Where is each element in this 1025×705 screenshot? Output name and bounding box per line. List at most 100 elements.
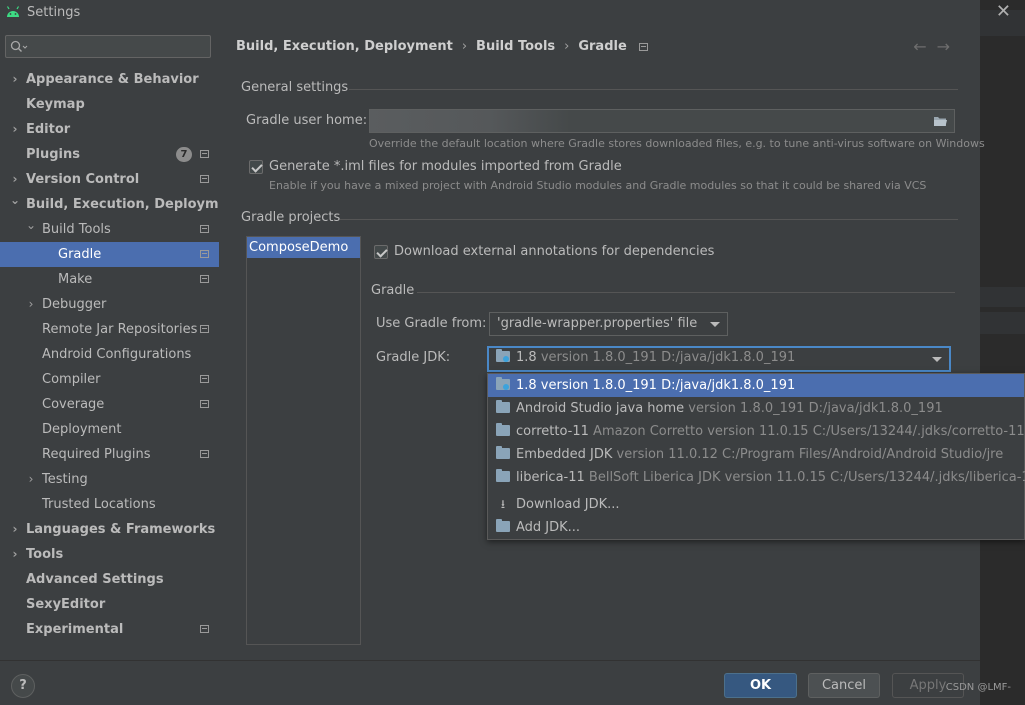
sidebar-item-compiler[interactable]: Compiler xyxy=(0,367,219,392)
generate-iml-label: Generate *.iml files for modules importe… xyxy=(269,159,622,174)
sidebar-item-label: Version Control xyxy=(26,172,140,187)
sidebar-item-label: Languages & Frameworks xyxy=(26,522,216,537)
sidebar-item-label: Build Tools xyxy=(42,222,111,237)
jdk-option-name: liberica-11 xyxy=(516,470,585,485)
gradle-jdk-select[interactable]: 1.8 version 1.8.0_191 D:/java/jdk1.8.0_1… xyxy=(487,346,951,372)
project-scope-icon xyxy=(200,375,209,383)
gradle-projects-title: Gradle projects xyxy=(241,210,341,225)
sidebar-item-label: Editor xyxy=(26,122,71,137)
sidebar-item-gradle[interactable]: Gradle xyxy=(0,242,219,267)
back-arrow-icon[interactable]: ← xyxy=(913,37,936,56)
sidebar-item-label: SexyEditor xyxy=(26,597,106,612)
sidebar-item-testing[interactable]: › Testing xyxy=(0,467,219,492)
watermark: CSDN @LMF- xyxy=(945,682,1011,693)
download-jdk-option[interactable]: ⭳ Download JDK... xyxy=(488,493,1024,516)
search-icon xyxy=(10,40,28,52)
settings-tree: › Appearance & Behavior Keymap › Editor Plugi… xyxy=(0,67,243,642)
project-scope-icon xyxy=(200,625,209,633)
sidebar-item-label: Required Plugins xyxy=(42,447,151,462)
folder-icon xyxy=(496,400,510,413)
sidebar-item-debugger[interactable]: › Debugger xyxy=(0,292,219,317)
background-band xyxy=(980,287,1025,307)
forward-arrow-icon[interactable]: → xyxy=(937,37,960,56)
project-scope-icon xyxy=(200,275,209,283)
chevron-right-icon[interactable]: › xyxy=(25,292,37,317)
sidebar-item-required-plugins[interactable]: Required Plugins xyxy=(0,442,219,467)
search-input[interactable] xyxy=(5,35,211,58)
jdk-option-name: 1.8 version 1.8.0_191 D:/java/jdk1.8.0_1… xyxy=(516,378,796,393)
jdk-dropdown-popup: 1.8 version 1.8.0_191 D:/java/jdk1.8.0_1… xyxy=(487,373,1025,540)
sidebar-item-make[interactable]: Make xyxy=(0,267,219,292)
sidebar-item-label: Android Configurations xyxy=(42,347,192,362)
sidebar-item-keymap[interactable]: Keymap xyxy=(0,92,219,117)
jdk-option-detail: version 1.8.0_191 D:/java/jdk1.8.0_191 xyxy=(688,401,943,416)
sidebar-item-experimental[interactable]: Experimental xyxy=(0,617,219,642)
gradle-user-home-field[interactable] xyxy=(369,109,955,133)
sidebar-item-remote-jar-repositories[interactable]: Remote Jar Repositories xyxy=(0,317,219,342)
jdk-option[interactable]: Android Studio java home version 1.8.0_1… xyxy=(488,397,1024,420)
jdk-option[interactable]: corretto-11 Amazon Corretto version 11.0… xyxy=(488,420,1025,443)
folder-icon xyxy=(496,519,510,532)
close-icon[interactable]: ✕ xyxy=(996,1,1011,22)
breadcrumb-separator: › xyxy=(461,39,468,54)
jdk-folder-icon xyxy=(496,349,510,362)
breadcrumb-item[interactable]: Build, Execution, Deployment xyxy=(236,39,453,54)
sidebar-item-label: Keymap xyxy=(26,97,85,112)
add-jdk-label: Add JDK... xyxy=(516,520,581,535)
chevron-down-icon xyxy=(710,322,720,327)
background-band xyxy=(980,312,1025,334)
download-icon: ⭳ xyxy=(500,497,506,511)
chevron-down-icon[interactable]: ⌄ xyxy=(9,188,21,213)
sidebar-item-languages-frameworks[interactable]: › Languages & Frameworks xyxy=(0,517,219,542)
generate-iml-hint: Enable if you have a mixed project with … xyxy=(269,179,927,192)
section-divider xyxy=(417,292,955,293)
generate-iml-checkbox[interactable] xyxy=(249,160,263,174)
jdk-option[interactable]: Embedded JDK version 11.0.12 C:/Program … xyxy=(488,443,1024,466)
update-count-badge: 7 xyxy=(176,147,192,162)
chevron-down-icon[interactable]: ⌄ xyxy=(25,213,37,238)
ok-button[interactable]: OK xyxy=(724,673,797,698)
jdk-detail: version 1.8.0_191 D:/java/jdk1.8.0_191 xyxy=(540,350,796,365)
breadcrumb-item[interactable]: Build Tools xyxy=(476,39,555,54)
chevron-right-icon[interactable]: › xyxy=(9,67,21,92)
project-item-composedemo[interactable]: ComposeDemo xyxy=(247,237,360,258)
gradle-projects-list: ComposeDemo xyxy=(246,236,361,645)
download-annotations-checkbox[interactable] xyxy=(374,245,388,259)
user-home-hint: Override the default location where Grad… xyxy=(369,137,985,150)
chevron-right-icon[interactable]: › xyxy=(9,517,21,542)
background-window xyxy=(980,0,1025,705)
gradle-section-title: Gradle xyxy=(371,283,415,298)
jdk-option[interactable]: liberica-11 BellSoft Liberica JDK versio… xyxy=(488,466,1025,489)
sidebar-item-editor[interactable]: › Editor xyxy=(0,117,219,142)
jdk-option-name: Android Studio java home xyxy=(516,401,685,416)
sidebar-item-label: Build, Execution, Deployment xyxy=(26,197,243,212)
window-title: Settings xyxy=(27,4,81,20)
sidebar-item-coverage[interactable]: Coverage xyxy=(0,392,219,417)
chevron-right-icon[interactable]: › xyxy=(9,117,21,142)
use-gradle-from-label: Use Gradle from: xyxy=(376,316,487,331)
sidebar-item-trusted-locations[interactable]: Trusted Locations xyxy=(0,492,219,517)
sidebar-item-label: Remote Jar Repositories xyxy=(42,322,198,337)
use-gradle-from-select[interactable]: 'gradle-wrapper.properties' file xyxy=(489,312,728,336)
sidebar-item-android-configurations[interactable]: Android Configurations xyxy=(0,342,219,367)
add-jdk-option[interactable]: Add JDK... xyxy=(488,516,1024,539)
jdk-folder-icon xyxy=(496,377,510,390)
sidebar-item-deployment[interactable]: Deployment xyxy=(0,417,219,442)
sidebar-item-plugins[interactable]: Plugins 7 xyxy=(0,142,219,167)
sidebar-item-sexyeditor[interactable]: SexyEditor xyxy=(0,592,219,617)
chevron-right-icon[interactable]: › xyxy=(25,467,37,492)
project-scope-icon xyxy=(200,325,209,333)
jdk-name: 1.8 xyxy=(516,350,537,365)
use-gradle-from-value: 'gradle-wrapper.properties' file xyxy=(497,316,698,331)
sidebar-item-build-tools[interactable]: ⌄ Build Tools xyxy=(0,217,219,242)
jdk-option[interactable]: 1.8 version 1.8.0_191 D:/java/jdk1.8.0_1… xyxy=(488,374,1024,397)
cancel-button[interactable]: Cancel xyxy=(808,673,880,698)
sidebar-item-appearance-behavior[interactable]: › Appearance & Behavior xyxy=(0,67,219,92)
sidebar-item-tools[interactable]: › Tools xyxy=(0,542,219,567)
sidebar-item-version-control[interactable]: › Version Control xyxy=(0,167,219,192)
chevron-right-icon[interactable]: › xyxy=(9,542,21,567)
sidebar-item-label: Debugger xyxy=(42,297,107,312)
folder-browse-icon[interactable] xyxy=(933,115,948,127)
sidebar-item-advanced-settings[interactable]: Advanced Settings xyxy=(0,567,219,592)
help-button[interactable]: ? xyxy=(11,674,35,698)
